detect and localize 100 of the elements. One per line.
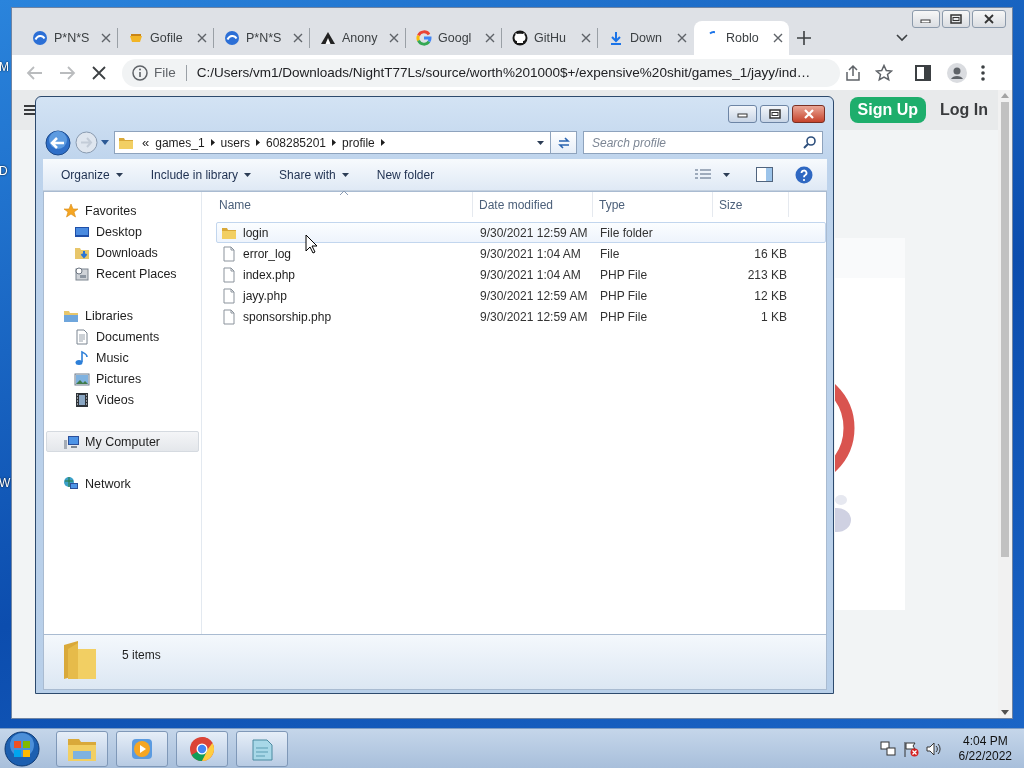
log-in-button[interactable]: Log In bbox=[932, 97, 996, 123]
refresh-button[interactable] bbox=[551, 131, 577, 154]
file-row[interactable]: index.php 9/30/2021 1:04 AM PHP File 213 KB bbox=[216, 264, 826, 285]
taskbar-button[interactable] bbox=[176, 730, 228, 767]
network-icon bbox=[63, 475, 79, 492]
chevron-down-icon[interactable] bbox=[896, 34, 908, 42]
caret-right-icon[interactable] bbox=[210, 139, 215, 146]
close-icon[interactable] bbox=[389, 33, 399, 43]
flag-icon[interactable] bbox=[902, 740, 919, 757]
picture-icon bbox=[74, 370, 90, 387]
caret-icon[interactable] bbox=[101, 140, 109, 145]
star-outline-icon[interactable] bbox=[875, 63, 893, 82]
menu-button[interactable]: Share with bbox=[265, 162, 363, 187]
clock-date[interactable]: 6/22/2022 bbox=[958, 748, 1012, 764]
refresh-icon bbox=[555, 135, 572, 150]
nav-item[interactable]: Videos bbox=[46, 389, 199, 410]
speaker-icon[interactable] bbox=[925, 740, 942, 757]
toolbar-button[interactable]: New folder bbox=[362, 162, 449, 187]
maximize-button[interactable] bbox=[760, 105, 789, 123]
close-icon[interactable] bbox=[485, 33, 495, 43]
close-icon[interactable] bbox=[293, 33, 303, 43]
nav-item[interactable]: Pictures bbox=[46, 368, 199, 389]
caret-right-icon[interactable] bbox=[380, 139, 385, 146]
close-button[interactable] bbox=[792, 105, 825, 123]
close-icon bbox=[983, 14, 995, 24]
breadcrumb-overflow[interactable]: « bbox=[142, 135, 150, 150]
network-icon[interactable] bbox=[879, 740, 896, 757]
table-cell-text: File folder bbox=[599, 225, 654, 240]
browser-tab[interactable]: Down bbox=[598, 21, 693, 55]
close-icon[interactable] bbox=[677, 33, 687, 43]
caret-right-icon[interactable] bbox=[255, 139, 260, 146]
site-scheme: File bbox=[154, 65, 176, 80]
breadcrumb-item[interactable]: users bbox=[220, 135, 250, 150]
scrollbar-thumb[interactable] bbox=[1001, 102, 1009, 557]
swirl-icon bbox=[32, 30, 48, 46]
file-name: error_log bbox=[243, 246, 292, 261]
browser-tab[interactable]: Gofile bbox=[118, 21, 213, 55]
side-panel-icon[interactable] bbox=[915, 64, 931, 81]
nav-item[interactable]: Documents bbox=[46, 326, 199, 347]
maximize-button[interactable] bbox=[942, 10, 970, 28]
address-bar[interactable]: File C:/Users/vm1/Downloads/NightT77Ls/source/worth%201000$+/expensive%20shit/games_1/jayy/ind… bbox=[122, 58, 840, 87]
close-button[interactable] bbox=[972, 10, 1006, 28]
preview-pane-icon[interactable] bbox=[756, 167, 773, 182]
nav-item[interactable]: Libraries bbox=[46, 305, 199, 326]
table-cell-text: 12 KB bbox=[753, 288, 788, 303]
close-icon[interactable] bbox=[197, 33, 207, 43]
breadcrumb-item[interactable]: games_1 bbox=[155, 135, 205, 150]
close-icon bbox=[802, 109, 815, 119]
nav-item[interactable]: My Computer bbox=[46, 431, 199, 452]
scroll-down-arrow-icon[interactable] bbox=[1001, 710, 1009, 715]
nav-item[interactable]: Network bbox=[46, 473, 199, 494]
nav-item[interactable]: Recent Places bbox=[46, 263, 199, 284]
menu-button[interactable]: Include in library bbox=[136, 162, 266, 187]
menu-icon[interactable] bbox=[24, 105, 36, 115]
back-button[interactable] bbox=[45, 129, 71, 156]
browser-tab[interactable]: Roblo bbox=[694, 21, 789, 55]
file-name: jayy.php bbox=[243, 288, 287, 303]
search-input[interactable]: Search profile bbox=[592, 135, 803, 150]
file-icon bbox=[221, 266, 237, 283]
file-icon bbox=[221, 287, 237, 304]
new-tab-icon[interactable] bbox=[797, 31, 811, 45]
file-row[interactable]: login 9/30/2021 12:59 AM File folder bbox=[216, 222, 826, 243]
file-row[interactable]: error_log 9/30/2021 1:04 AM File 16 KB bbox=[216, 243, 826, 264]
taskbar-button[interactable] bbox=[116, 730, 168, 767]
nav-item[interactable]: Downloads bbox=[46, 242, 199, 263]
breadcrumb-item[interactable]: 608285201 bbox=[265, 135, 327, 150]
share-icon[interactable] bbox=[844, 63, 862, 82]
browser-tab[interactable]: Googl bbox=[406, 21, 501, 55]
file-row[interactable]: jayy.php 9/30/2021 12:59 AM PHP File 12 KB bbox=[216, 285, 826, 306]
browser-tab[interactable]: GitHu bbox=[502, 21, 597, 55]
browser-tab[interactable]: P*N*S bbox=[214, 21, 309, 55]
menu-icon[interactable] bbox=[981, 64, 985, 81]
search-field[interactable]: Search profile bbox=[583, 131, 823, 154]
menu-button[interactable]: Organize bbox=[47, 162, 137, 187]
computer-icon bbox=[63, 433, 79, 450]
film-strip-icon bbox=[74, 391, 90, 408]
close-icon[interactable] bbox=[581, 33, 591, 43]
profile-avatar-icon[interactable] bbox=[947, 62, 967, 83]
caret-right-icon[interactable] bbox=[332, 139, 337, 146]
address-bar[interactable]: « games_1 users 608285201 profile bbox=[114, 131, 551, 154]
browser-tab[interactable]: P*N*S bbox=[22, 21, 117, 55]
nav-item[interactable]: Desktop bbox=[46, 221, 199, 242]
swirl-icon bbox=[224, 30, 240, 46]
close-icon[interactable] bbox=[773, 33, 783, 43]
clock-time[interactable]: 4:04 PM bbox=[962, 733, 1008, 749]
browser-tab[interactable]: Anony bbox=[310, 21, 405, 55]
sort-caret-icon bbox=[340, 191, 348, 195]
nav-item[interactable]: Favorites bbox=[46, 200, 199, 221]
colored-ring-icon bbox=[416, 30, 432, 46]
caret-icon bbox=[115, 172, 123, 177]
item-count: 5 items bbox=[122, 648, 161, 662]
music-note-icon bbox=[74, 349, 90, 366]
start-button[interactable] bbox=[4, 730, 40, 767]
help-icon[interactable] bbox=[795, 165, 813, 184]
table-cell-text: 9/30/2021 1:04 AM bbox=[479, 246, 582, 261]
breadcrumb-item[interactable]: profile bbox=[342, 135, 375, 150]
file-row[interactable]: sponsorship.php 9/30/2021 12:59 AM PHP File 1 KB bbox=[216, 306, 826, 327]
nav-item[interactable]: Music bbox=[46, 347, 199, 368]
close-icon[interactable] bbox=[101, 33, 111, 43]
desktop-icon-label: M bbox=[0, 60, 9, 74]
